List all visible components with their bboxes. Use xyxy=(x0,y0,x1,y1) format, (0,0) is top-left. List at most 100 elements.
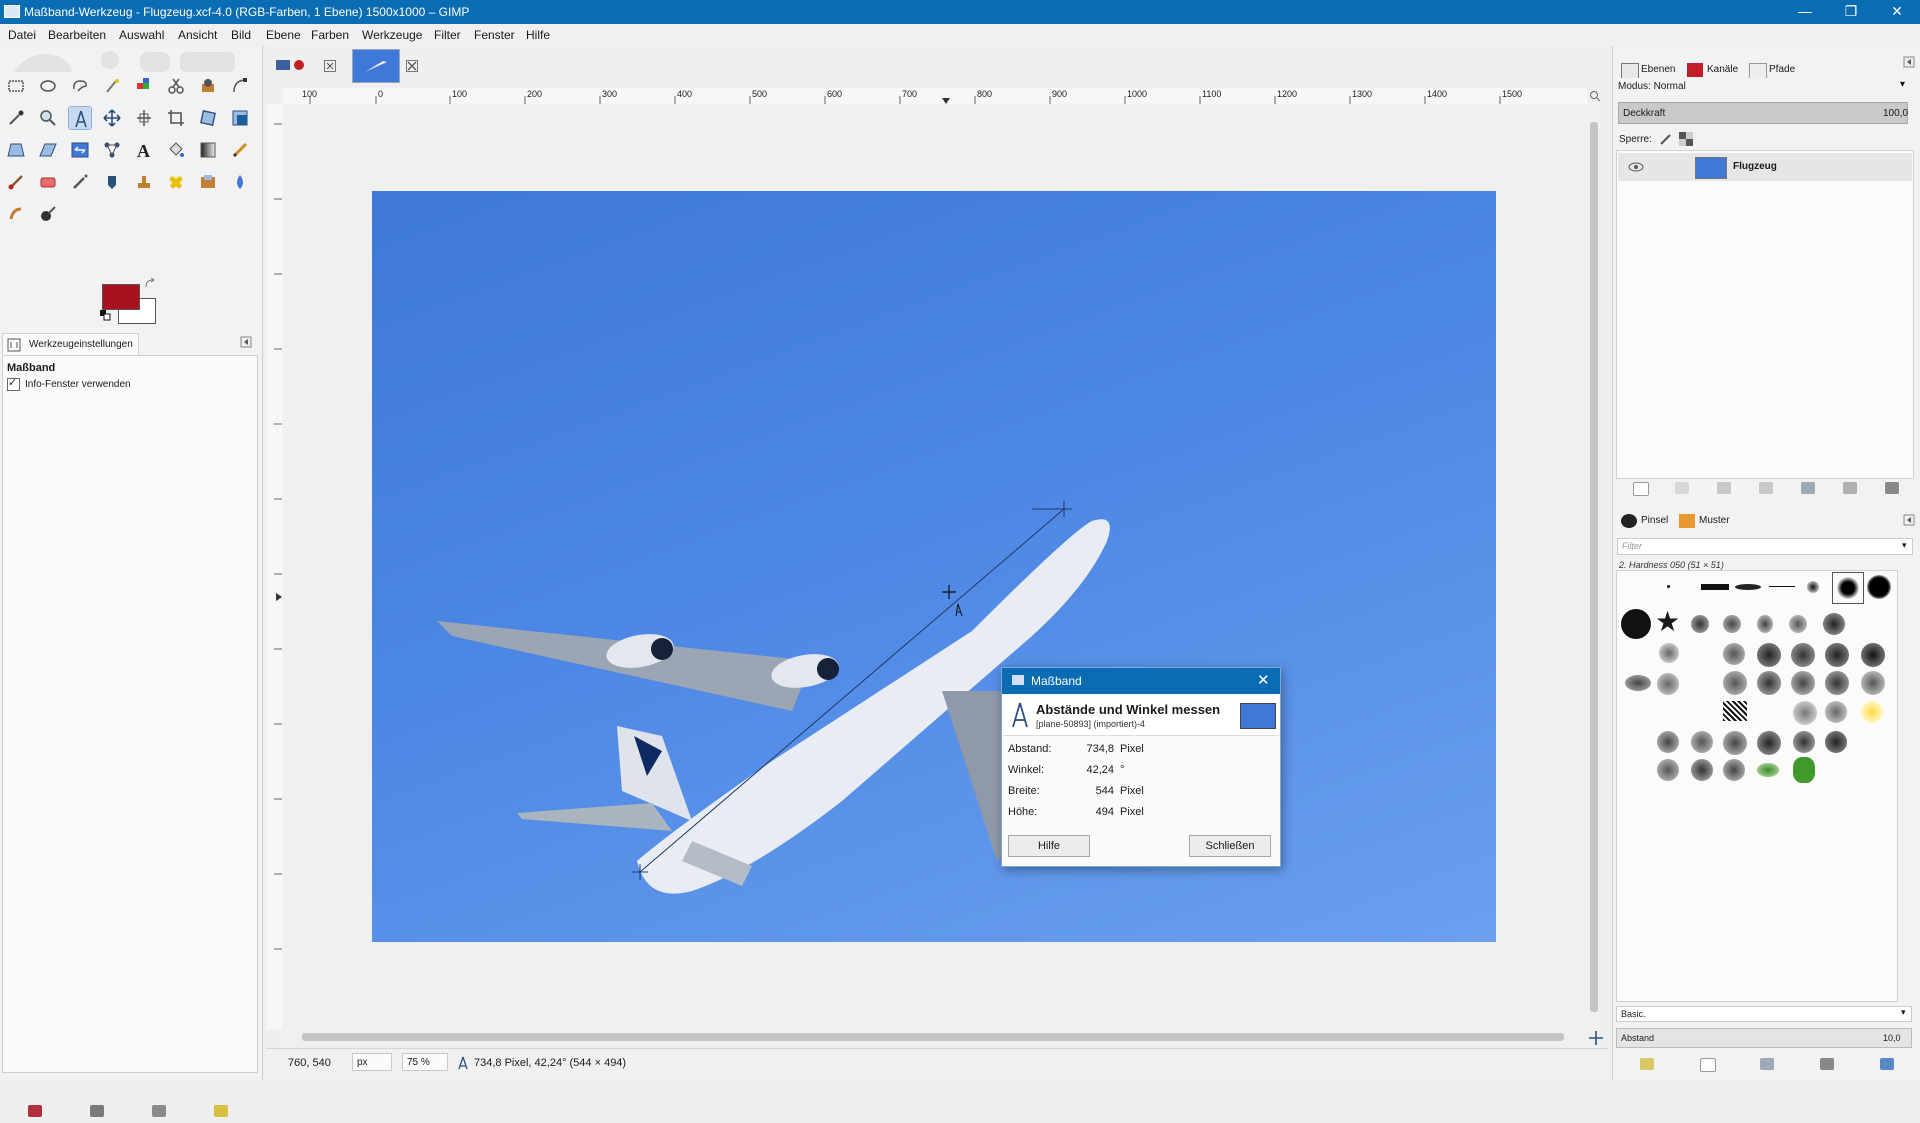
dodge-burn-tool[interactable] xyxy=(36,202,60,226)
menu-werkzeuge[interactable]: Werkzeuge xyxy=(362,28,422,42)
brush-preview[interactable] xyxy=(1621,609,1651,639)
new-brush-icon[interactable] xyxy=(1700,1058,1716,1072)
foreground-select-tool[interactable] xyxy=(196,74,220,98)
brush-preview[interactable] xyxy=(1825,731,1847,753)
perspective-clone-tool[interactable] xyxy=(196,170,220,194)
edit-brush-icon[interactable] xyxy=(1640,1058,1654,1070)
lock-pixels-icon[interactable] xyxy=(1659,132,1673,146)
smudge-tool[interactable] xyxy=(4,202,28,226)
text-tool[interactable]: A xyxy=(132,138,156,162)
zoom-select[interactable]: 75 % xyxy=(402,1053,448,1071)
lower-layer-icon[interactable] xyxy=(1759,482,1773,494)
brush-preview[interactable] xyxy=(1659,643,1679,663)
ellipse-select-tool[interactable] xyxy=(36,74,60,98)
green-brush-icon[interactable] xyxy=(1757,763,1779,777)
zoom-on-resize-icon[interactable] xyxy=(1589,90,1601,102)
brush-preview[interactable] xyxy=(1825,643,1849,667)
tab-patterns[interactable]: Muster xyxy=(1677,509,1735,533)
swap-colors-icon[interactable] xyxy=(144,278,156,290)
menu-filter[interactable]: Filter xyxy=(434,28,461,42)
image-tab-active[interactable] xyxy=(352,49,400,83)
new-layer-icon[interactable] xyxy=(1633,482,1649,496)
brush-preview[interactable] xyxy=(1657,731,1679,753)
cage-transform-tool[interactable] xyxy=(100,138,124,162)
pencil-tool[interactable] xyxy=(228,138,252,162)
brush-preview[interactable] xyxy=(1667,585,1670,588)
close-tab-1-icon[interactable] xyxy=(324,60,336,72)
paintbrush-tool[interactable] xyxy=(4,170,28,194)
maximize-button[interactable]: ❐ xyxy=(1828,0,1874,24)
brush-preview[interactable] xyxy=(1701,584,1729,590)
minimize-button[interactable]: — xyxy=(1782,0,1828,24)
duplicate-brush-icon[interactable] xyxy=(1760,1058,1774,1070)
save-options-icon[interactable] xyxy=(28,1105,42,1117)
refresh-brushes-icon[interactable] xyxy=(1880,1058,1894,1070)
delete-layer-icon[interactable] xyxy=(1885,482,1899,494)
duplicate-layer-icon[interactable] xyxy=(1801,482,1815,494)
brush-preview[interactable] xyxy=(1657,759,1679,781)
brush-preview[interactable] xyxy=(1691,759,1713,781)
pepper-brush-icon[interactable] xyxy=(1793,757,1815,783)
brush-preview[interactable] xyxy=(1657,673,1679,695)
brush-filter-input[interactable]: Filter ▾ xyxy=(1617,538,1913,555)
rect-select-tool[interactable] xyxy=(4,74,28,98)
delete-brush-icon[interactable] xyxy=(1820,1058,1834,1070)
help-button[interactable]: Hilfe xyxy=(1008,835,1090,857)
use-info-window-checkbox[interactable] xyxy=(7,376,20,391)
ink-tool[interactable] xyxy=(100,170,124,194)
layer-row[interactable]: Flugzeug xyxy=(1618,153,1912,181)
delete-options-icon[interactable] xyxy=(152,1105,166,1117)
brush-preview[interactable] xyxy=(1757,731,1781,755)
brush-preview[interactable] xyxy=(1625,675,1651,691)
brush-preview[interactable] xyxy=(1861,643,1885,667)
menu-bearbeiten[interactable]: Bearbeiten xyxy=(48,28,106,42)
sun-brush-icon[interactable] xyxy=(1861,701,1883,723)
heal-tool[interactable] xyxy=(164,170,188,194)
unified-transform-tool[interactable] xyxy=(196,106,220,130)
brush-preview[interactable] xyxy=(1793,701,1817,725)
layer-mode-select[interactable]: Modus: Normal ▾ xyxy=(1616,78,1912,96)
horizontal-ruler[interactable]: 100 0 100 200 300 400 500 600 700 800 90… xyxy=(282,88,1587,105)
brush-preview[interactable] xyxy=(1791,671,1815,695)
brush-preview[interactable] xyxy=(1723,701,1747,721)
navigate-icon[interactable] xyxy=(1589,1031,1603,1045)
brush-preview[interactable] xyxy=(1723,615,1741,633)
brush-preview[interactable] xyxy=(1789,615,1807,633)
brush-preview[interactable] xyxy=(1691,615,1709,633)
horizontal-scrollbar[interactable] xyxy=(282,1030,1587,1044)
menu-datei[interactable]: Datei xyxy=(8,28,36,42)
brush-preview[interactable] xyxy=(1825,701,1847,723)
select-by-color-tool[interactable] xyxy=(132,74,156,98)
dialog-close-icon[interactable]: ✕ xyxy=(1257,671,1270,689)
configure-tab-icon[interactable] xyxy=(240,336,252,348)
brush-preview[interactable] xyxy=(1769,586,1795,587)
brush-preview[interactable] xyxy=(1825,671,1849,695)
menu-ansicht[interactable]: Ansicht xyxy=(178,28,217,42)
brush-spacing-slider[interactable]: Abstand 10,0 xyxy=(1616,1028,1912,1048)
unit-select[interactable]: px xyxy=(352,1053,392,1071)
reset-options-icon[interactable] xyxy=(214,1105,228,1117)
menu-bild[interactable]: Bild xyxy=(231,28,251,42)
crop-tool[interactable] xyxy=(164,106,188,130)
flip-tool[interactable] xyxy=(68,138,92,162)
brush-preview[interactable] xyxy=(1723,759,1745,781)
measure-tool[interactable] xyxy=(68,106,92,130)
brush-preview[interactable] xyxy=(1867,575,1891,599)
anchor-layer-icon[interactable] xyxy=(1843,482,1857,494)
brush-preview[interactable] xyxy=(1723,731,1747,755)
brush-preview[interactable] xyxy=(1793,731,1815,753)
gradient-tool[interactable] xyxy=(196,138,220,162)
brush-preview[interactable] xyxy=(1861,671,1885,695)
menu-fenster[interactable]: Fenster xyxy=(474,28,515,42)
configure-brushes-tab-icon[interactable] xyxy=(1903,514,1915,526)
lock-alpha-icon[interactable] xyxy=(1679,132,1693,146)
close-window-button[interactable]: ✕ xyxy=(1874,0,1920,24)
menu-ebene[interactable]: Ebene xyxy=(266,28,301,42)
vertical-scroll-thumb[interactable] xyxy=(1590,122,1598,1012)
bucket-fill-tool[interactable] xyxy=(164,138,188,162)
image-canvas[interactable] xyxy=(372,191,1496,942)
brush-preview[interactable] xyxy=(1691,731,1713,753)
brush-preview[interactable] xyxy=(1791,643,1815,667)
brush-preview[interactable] xyxy=(1723,671,1747,695)
zoom-tool[interactable] xyxy=(36,106,60,130)
